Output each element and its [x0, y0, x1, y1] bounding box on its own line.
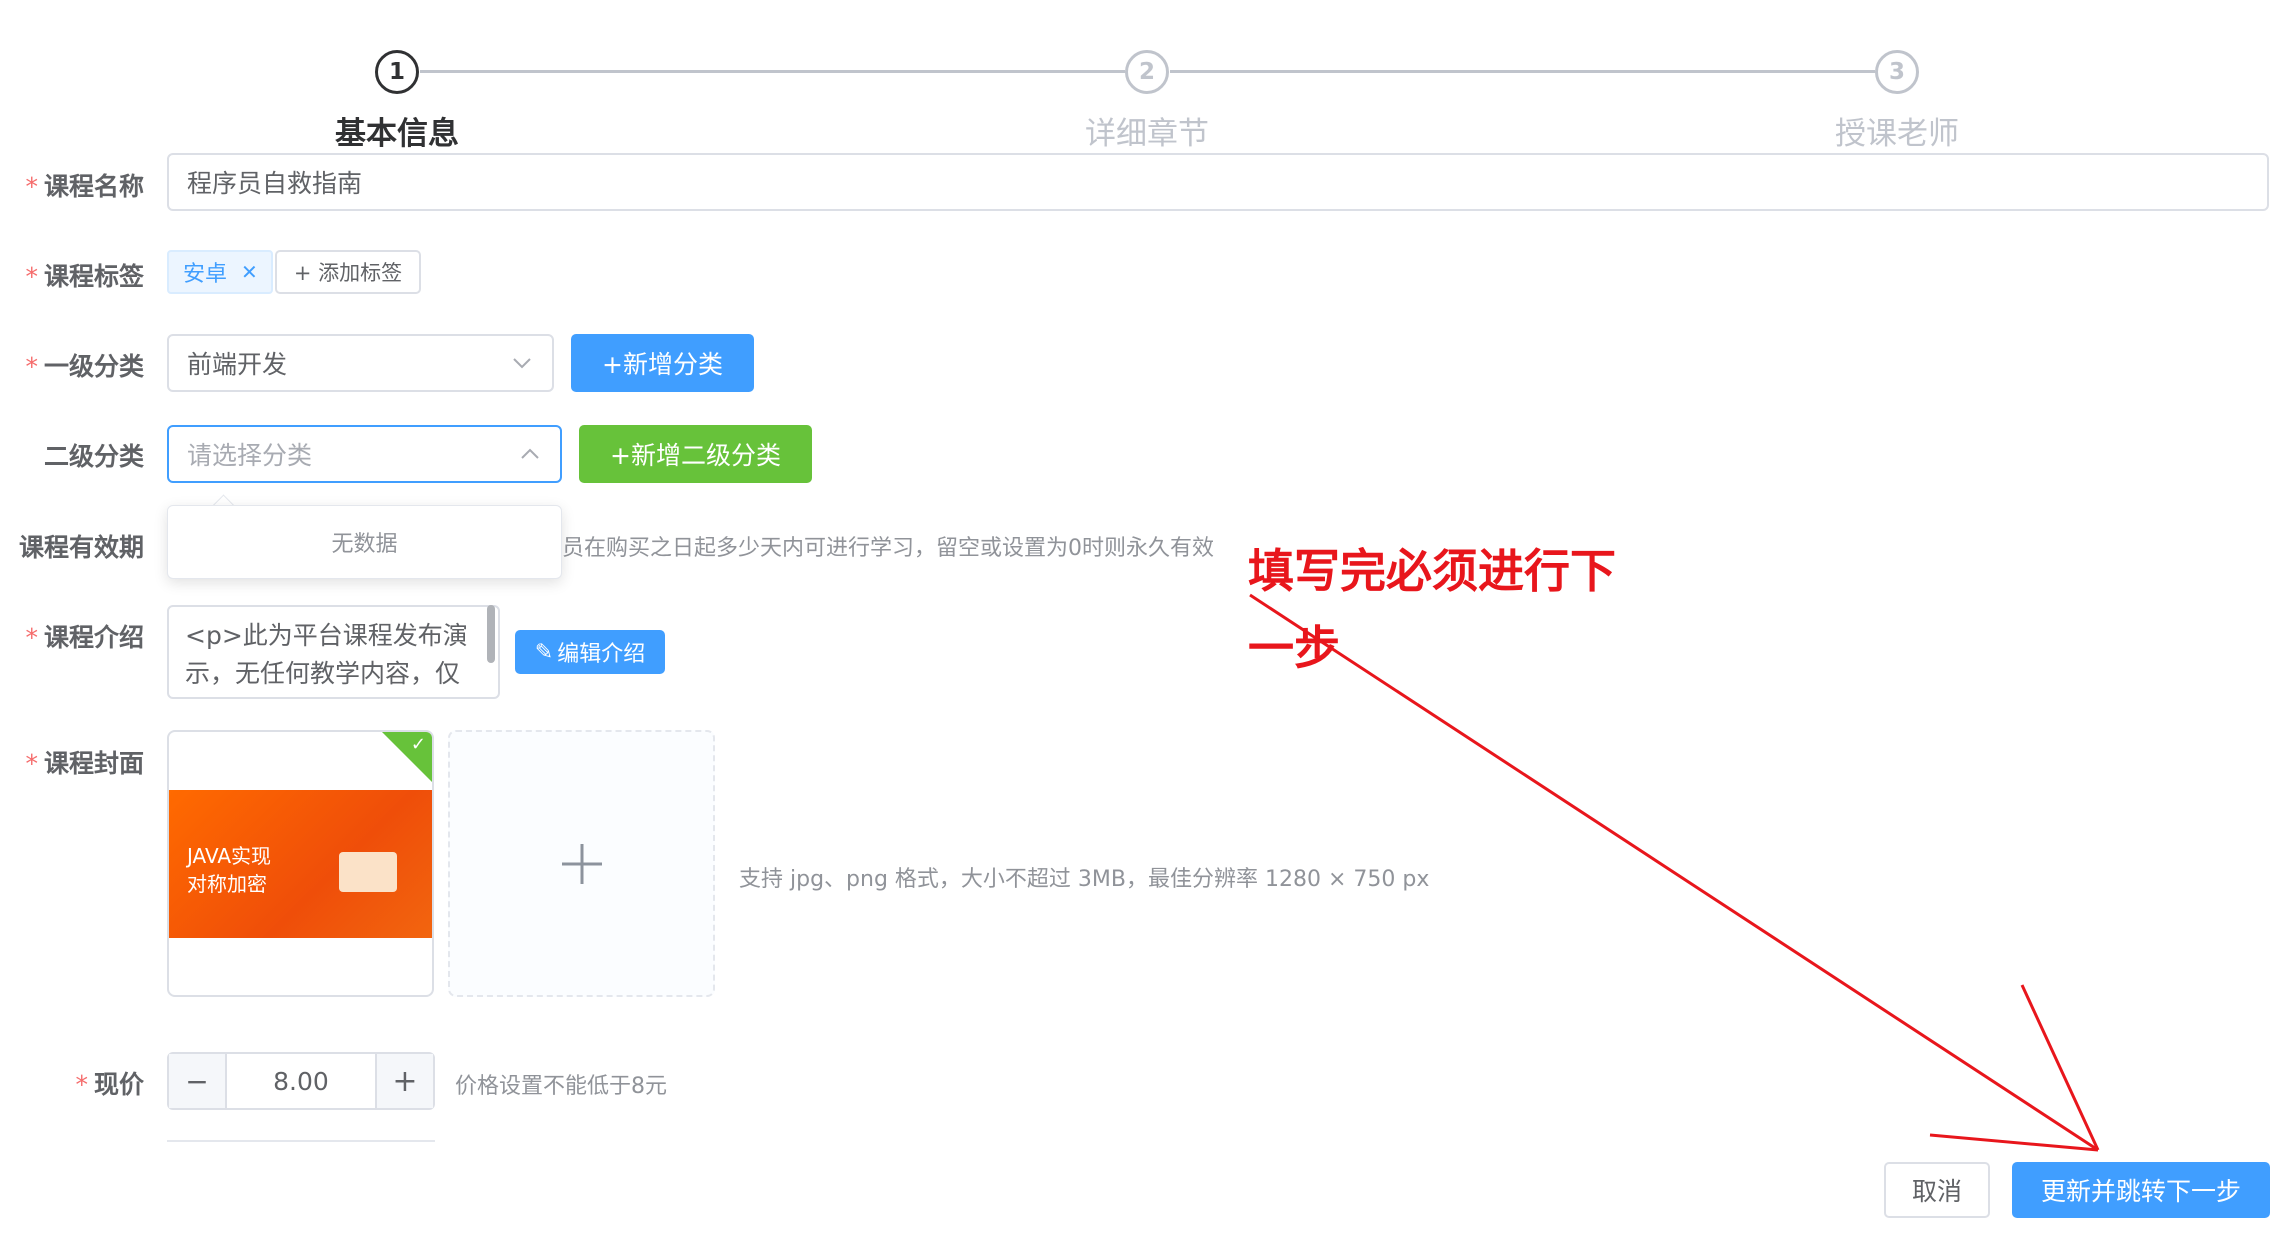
arrow-head-stroke: [1929, 1133, 2099, 1152]
arrow-line-diagonal: [1249, 593, 2099, 1152]
annotation-arrows: [1249, 593, 2100, 1152]
